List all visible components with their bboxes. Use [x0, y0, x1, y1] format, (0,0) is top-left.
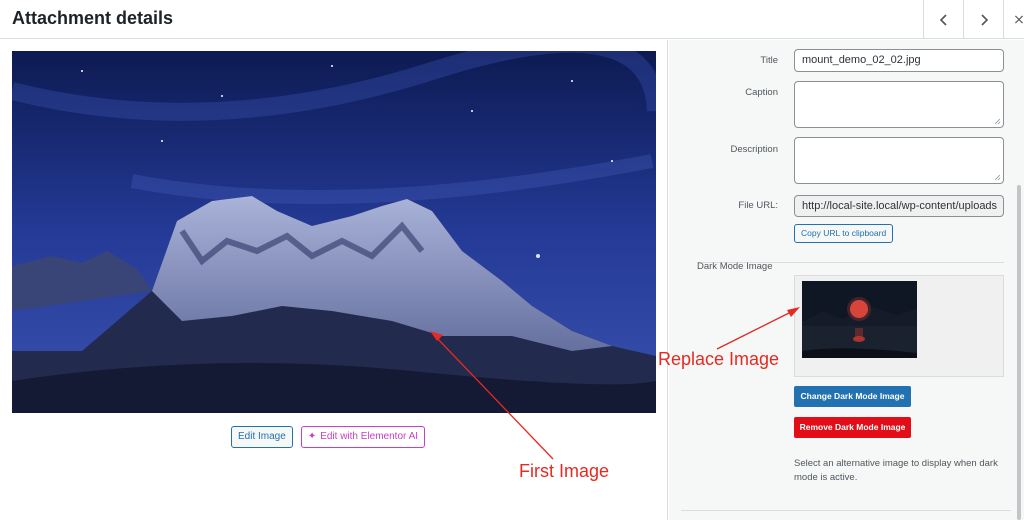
chevron-right-icon	[980, 13, 988, 26]
sparkle-icon: ✦	[307, 431, 317, 442]
image-actions: Edit Image ✦ Edit with Elementor AI	[231, 426, 426, 448]
attachment-details-modal: Attachment details Edit Image ✦ Edit wit…	[0, 0, 1024, 520]
copy-url-button[interactable]: Copy URL to clipboard	[794, 224, 894, 243]
attachment-image	[12, 51, 656, 413]
title-label: Title	[760, 55, 778, 66]
modal-title: Attachment details	[12, 8, 174, 28]
title-input[interactable]: mount_demo_02_02.jpg	[794, 49, 1004, 72]
description-label: Description	[730, 144, 778, 155]
change-dark-mode-image-button[interactable]: Change Dark Mode Image	[794, 386, 911, 407]
close-icon	[1015, 15, 1023, 24]
remove-dark-mode-image-button[interactable]: Remove Dark Mode Image	[794, 417, 911, 438]
media-preview-area: Edit Image ✦ Edit with Elementor AI	[0, 40, 668, 520]
description-textarea[interactable]	[794, 137, 1004, 184]
first-image-annotation: First Image	[519, 461, 610, 481]
details-scrollbar[interactable]	[1017, 185, 1021, 520]
file-url-input[interactable]: http://local-site.local/wp-content/uploa…	[794, 195, 1004, 217]
caption-label: Caption	[745, 87, 778, 98]
edit-with-elementor-ai-label: Edit with Elementor AI	[320, 431, 419, 442]
next-attachment-button[interactable]	[963, 0, 1003, 39]
chevron-left-icon	[939, 13, 947, 26]
dark-mode-image-thumbnail[interactable]	[802, 281, 917, 358]
edit-image-button[interactable]: Edit Image	[231, 426, 293, 448]
resize-handle-icon[interactable]	[994, 174, 1001, 181]
resize-handle-icon[interactable]	[994, 118, 1001, 125]
modal-header: Attachment details	[0, 0, 1024, 39]
file-url-label: File URL:	[738, 200, 778, 211]
edit-with-elementor-ai-button[interactable]: ✦ Edit with Elementor AI	[300, 426, 426, 448]
caption-textarea[interactable]	[794, 81, 1004, 128]
bottom-divider	[681, 510, 1011, 511]
dark-mode-image-label: Dark Mode Image	[697, 261, 773, 272]
attachment-details-panel: Title mount_demo_02_02.jpg Caption Descr…	[669, 40, 1024, 520]
previous-attachment-button[interactable]	[923, 0, 963, 39]
dark-mode-help-text: Select an alternative image to display w…	[794, 458, 998, 483]
replace-image-annotation: Replace Image	[658, 349, 780, 369]
close-button[interactable]	[1003, 0, 1024, 39]
dark-mode-image-box[interactable]	[794, 275, 1004, 377]
